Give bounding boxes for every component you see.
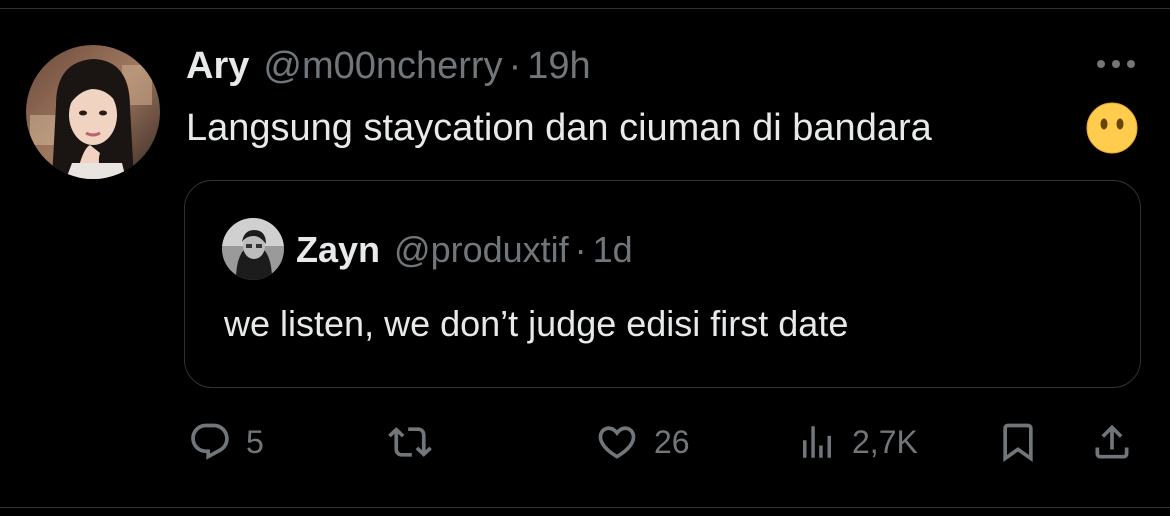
more-icon [1097, 60, 1135, 68]
tweet-time[interactable]: 19h [527, 44, 590, 88]
quote-time[interactable]: 1d [593, 228, 633, 272]
reply-count: 5 [246, 423, 264, 460]
retweet-icon [388, 427, 432, 457]
heart-icon [598, 426, 636, 459]
bookmark-button[interactable] [996, 416, 1040, 468]
quote-author-handle[interactable]: @produxtif [394, 228, 569, 272]
views-icon [803, 426, 831, 458]
bookmark-icon [1003, 423, 1033, 463]
bottom-divider [0, 507, 1170, 508]
quote-author-name[interactable]: Zayn [296, 228, 380, 272]
views-count: 2,7K [852, 423, 918, 460]
tweet-text: Langsung staycation dan ciuman di bandar… [186, 107, 932, 149]
views-button[interactable]: 2,7K [796, 416, 918, 468]
retweet-button[interactable] [386, 416, 448, 468]
separator-dot: · [508, 45, 522, 87]
quote-header: Zayn @produxtif · 1d [296, 228, 633, 272]
reply-icon [191, 423, 229, 460]
quote-author-avatar[interactable] [222, 218, 284, 280]
author-name[interactable]: Ary [186, 44, 249, 88]
like-button[interactable]: 26 [594, 416, 690, 468]
reply-button[interactable]: 5 [188, 416, 264, 468]
author-handle[interactable]: @m00ncherry [263, 44, 502, 88]
face-without-mouth-emoji [1086, 102, 1138, 154]
share-icon [1095, 424, 1129, 459]
share-button[interactable] [1090, 416, 1134, 468]
tweet-header: Ary @m00ncherry · 19h [186, 44, 591, 88]
author-avatar[interactable] [26, 45, 160, 179]
like-count: 26 [654, 423, 690, 460]
more-options-button[interactable] [1092, 52, 1140, 76]
quoted-tweet-card[interactable] [184, 180, 1141, 388]
quote-text: we listen, we don’t judge edisi first da… [224, 303, 849, 344]
quote-separator-dot: · [574, 229, 587, 270]
top-divider [0, 8, 1170, 9]
